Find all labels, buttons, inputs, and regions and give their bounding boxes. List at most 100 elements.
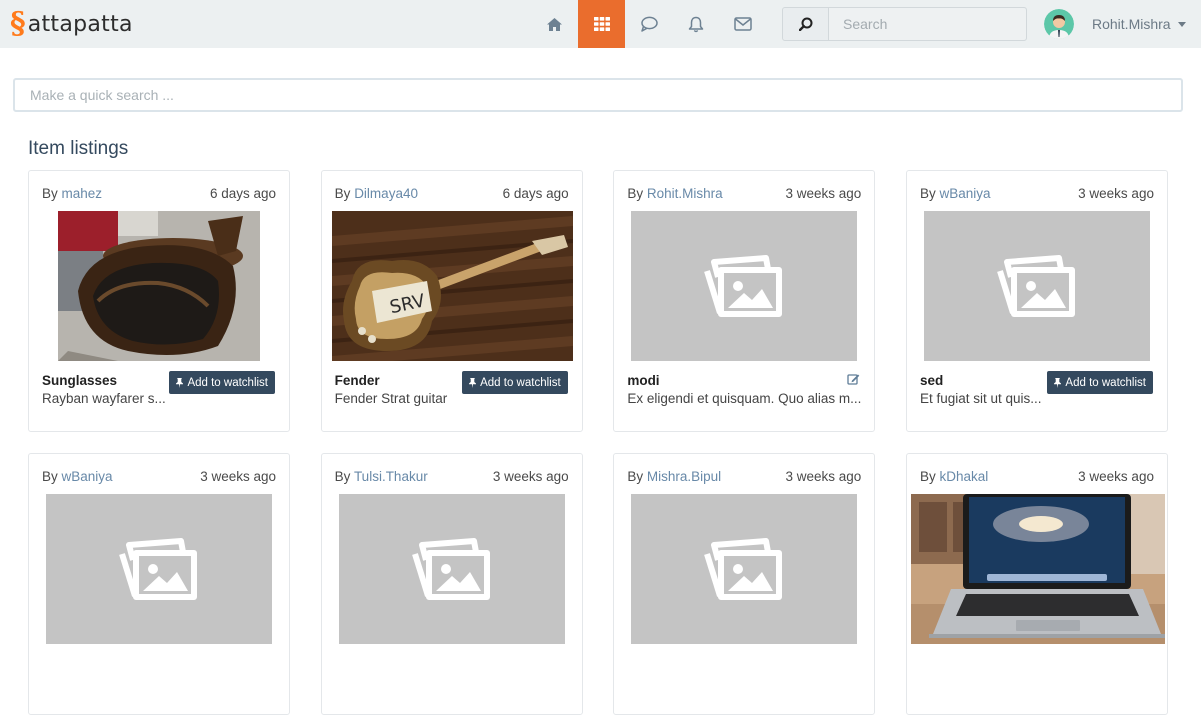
bell-icon xyxy=(688,16,703,32)
listing-title[interactable]: modi xyxy=(627,373,659,388)
listing-description: Ex eligendi et quisquam. Quo alias m... xyxy=(627,391,862,406)
search-button[interactable] xyxy=(783,8,829,40)
listing-title[interactable]: Fender xyxy=(335,373,380,388)
listing-time: 3 weeks ago xyxy=(1078,186,1154,201)
edit-icon[interactable] xyxy=(847,373,860,385)
by-label: By xyxy=(42,469,58,484)
search-icon xyxy=(798,17,812,31)
listing-title[interactable]: Sunglasses xyxy=(42,373,117,388)
image-placeholder[interactable] xyxy=(631,494,858,644)
logo-mark: § xyxy=(10,6,26,41)
add-to-watchlist-button[interactable]: Add to watchlist xyxy=(1047,371,1153,394)
listing-card[interactable]: By Mishra.Bipul 3 weeks ago xyxy=(613,453,876,715)
home-button[interactable] xyxy=(531,0,578,48)
chevron-down-icon xyxy=(1177,21,1186,27)
owner-link[interactable]: Tulsi.Thakur xyxy=(354,469,428,484)
listing-description: Et fugiat sit ut quis... xyxy=(919,391,1042,406)
listing-card[interactable]: By Rohit.Mishra 3 weeks ago modi Ex elig… xyxy=(613,170,876,432)
owner-link[interactable]: Dilmaya40 xyxy=(354,186,418,201)
logo-text: attapatta xyxy=(27,11,133,37)
listing-grid: By mahez 6 days ago Sunglasses Rayban wa… xyxy=(28,170,1168,715)
top-navbar: § attapatta Search Rohit.Mishra xyxy=(0,0,1201,48)
card-header: By Dilmaya40 6 days ago xyxy=(335,186,569,201)
watchlist-label: Add to watchlist xyxy=(187,376,268,389)
listing-owner: By Mishra.Bipul xyxy=(627,469,721,484)
home-icon xyxy=(547,17,562,31)
listing-time: 6 days ago xyxy=(209,186,276,201)
nav-icon-bar xyxy=(531,0,766,48)
listing-time: 6 days ago xyxy=(502,186,569,201)
image-placeholder[interactable] xyxy=(631,211,858,361)
card-header: By kDhakal 3 weeks ago xyxy=(920,469,1154,484)
by-label: By xyxy=(919,469,936,484)
image-placeholder-icon xyxy=(119,538,197,600)
by-label: By xyxy=(919,186,936,201)
by-label: By xyxy=(42,186,58,201)
image-placeholder-icon xyxy=(997,255,1075,317)
card-header: By Rohit.Mishra 3 weeks ago xyxy=(627,186,861,201)
image-placeholder[interactable] xyxy=(46,494,272,644)
by-label: By xyxy=(627,186,644,201)
image-placeholder-icon xyxy=(411,538,490,600)
listing-owner: By Tulsi.Thakur xyxy=(335,469,428,484)
add-to-watchlist-button[interactable]: Add to watchlist xyxy=(169,371,275,394)
listing-time: 3 weeks ago xyxy=(785,186,862,201)
mail-icon xyxy=(733,17,752,31)
listing-card[interactable]: By kDhakal 3 weeks ago xyxy=(905,453,1168,715)
listing-title[interactable]: sed xyxy=(920,373,943,388)
pin-icon xyxy=(469,377,477,388)
sunglasses-photo[interactable] xyxy=(58,211,260,361)
watchlist-label: Add to watchlist xyxy=(1065,376,1146,389)
guitar-photo[interactable]: SRV xyxy=(331,211,573,361)
owner-link[interactable]: Rohit.Mishra xyxy=(647,186,723,201)
image-placeholder-icon xyxy=(704,538,783,600)
by-label: By xyxy=(334,469,351,484)
listing-card[interactable]: By Dilmaya40 6 days ago SRV Fender Fende… xyxy=(320,170,583,432)
laptop-photo[interactable] xyxy=(910,494,1165,644)
listing-owner: By wBaniya xyxy=(42,469,113,484)
listing-time: 3 weeks ago xyxy=(200,469,276,484)
owner-link[interactable]: wBaniya xyxy=(940,186,991,201)
listing-time: 3 weeks ago xyxy=(492,469,569,484)
card-header: By Tulsi.Thakur 3 weeks ago xyxy=(335,469,569,484)
listing-card[interactable]: By mahez 6 days ago Sunglasses Rayban wa… xyxy=(28,170,290,432)
watchlist-label: Add to watchlist xyxy=(480,376,561,389)
messages-button[interactable] xyxy=(625,0,672,48)
chat-icon xyxy=(640,16,658,32)
search-input[interactable] xyxy=(829,8,1026,40)
listing-owner: By Dilmaya40 xyxy=(335,186,418,201)
listing-owner: By mahez xyxy=(42,186,102,201)
owner-link[interactable]: wBaniya xyxy=(62,469,113,484)
add-to-watchlist-button[interactable]: Add to watchlist xyxy=(462,371,568,394)
header-search xyxy=(782,7,1027,41)
card-header: By wBaniya 3 weeks ago xyxy=(920,186,1154,201)
quick-search-input[interactable] xyxy=(13,78,1183,112)
apps-button[interactable] xyxy=(578,0,625,48)
avatar xyxy=(1044,9,1074,39)
user-menu[interactable]: Rohit.Mishra xyxy=(1044,9,1186,39)
listing-owner: By kDhakal xyxy=(920,469,988,484)
by-label: By xyxy=(334,186,351,201)
listing-owner: By Rohit.Mishra xyxy=(627,186,722,201)
owner-link[interactable]: Mishra.Bipul xyxy=(647,469,721,484)
card-header: By wBaniya 3 weeks ago xyxy=(42,469,276,484)
pin-icon xyxy=(1054,377,1062,388)
owner-link[interactable]: mahez xyxy=(62,186,103,201)
listing-card[interactable]: By wBaniya 3 weeks ago xyxy=(28,453,290,715)
card-header: By Mishra.Bipul 3 weeks ago xyxy=(627,469,861,484)
notifications-button[interactable] xyxy=(672,0,719,48)
owner-link[interactable]: kDhakal xyxy=(940,469,989,484)
image-placeholder[interactable] xyxy=(338,494,565,644)
card-header: By mahez 6 days ago xyxy=(42,186,276,201)
listing-time: 3 weeks ago xyxy=(785,469,862,484)
by-label: By xyxy=(627,469,644,484)
listing-card[interactable]: By Tulsi.Thakur 3 weeks ago xyxy=(320,453,583,715)
listing-card[interactable]: By wBaniya 3 weeks ago sed Et fugiat sit… xyxy=(905,170,1168,432)
mail-button[interactable] xyxy=(719,0,766,48)
listing-time: 3 weeks ago xyxy=(1078,469,1154,484)
image-placeholder[interactable] xyxy=(923,211,1150,361)
listing-owner: By wBaniya xyxy=(920,186,991,201)
username: Rohit.Mishra xyxy=(1092,16,1171,32)
image-placeholder-icon xyxy=(704,255,783,317)
brand-logo[interactable]: § attapatta xyxy=(10,8,133,40)
